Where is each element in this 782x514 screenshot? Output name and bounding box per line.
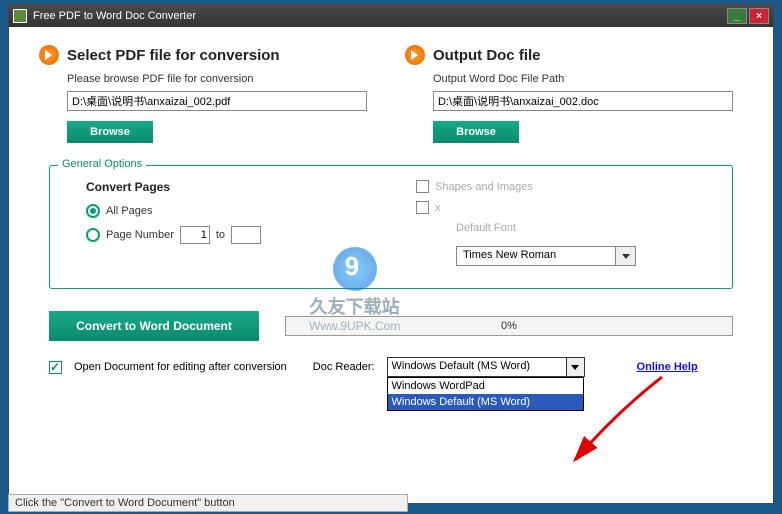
- font-dropdown-button[interactable]: [616, 246, 636, 266]
- default-font-label: Default Font: [456, 222, 714, 234]
- select-pdf-title: Select PDF file for conversion: [67, 47, 280, 64]
- page-from-input[interactable]: [180, 226, 210, 244]
- minimize-button[interactable]: _: [727, 8, 747, 24]
- dropdown-option-wordpad[interactable]: Windows WordPad: [388, 378, 583, 394]
- page-to-input[interactable]: [231, 226, 261, 244]
- page-number-radio[interactable]: [86, 228, 100, 242]
- doc-reader-label: Doc Reader:: [313, 361, 375, 373]
- open-after-checkbox[interactable]: [49, 361, 62, 374]
- arrow-right-icon: [405, 45, 425, 65]
- browse-doc-button[interactable]: Browse: [433, 121, 519, 143]
- pdf-path-input[interactable]: [67, 91, 367, 111]
- select-pdf-section: Select PDF file for conversion Please br…: [39, 45, 377, 143]
- page-number-label: Page Number: [106, 229, 174, 241]
- open-after-label: Open Document for editing after conversi…: [74, 361, 287, 373]
- general-options-legend: General Options: [58, 158, 146, 170]
- general-options-group: General Options Convert Pages All Pages …: [49, 165, 733, 289]
- convert-pages-title: Convert Pages: [86, 180, 366, 194]
- font-value: Times New Roman: [456, 246, 616, 266]
- doc-reader-dropdown-button[interactable]: [567, 357, 585, 377]
- select-pdf-subtitle: Please browse PDF file for conversion: [67, 73, 377, 85]
- output-doc-subtitle: Output Word Doc File Path: [433, 73, 743, 85]
- close-button[interactable]: ×: [749, 8, 769, 24]
- doc-reader-value: Windows Default (MS Word): [387, 357, 567, 377]
- app-icon: [13, 9, 27, 23]
- all-pages-label: All Pages: [106, 205, 152, 217]
- doc-path-input[interactable]: [433, 91, 733, 111]
- doc-reader-combo[interactable]: Windows Default (MS Word) Windows WordPa…: [387, 357, 585, 377]
- dropdown-option-msword[interactable]: Windows Default (MS Word): [388, 394, 583, 410]
- progress-bar: 0%: [285, 316, 733, 336]
- app-title: Free PDF to Word Doc Converter: [33, 10, 196, 22]
- use-font-checkbox[interactable]: [416, 201, 429, 214]
- browse-pdf-button[interactable]: Browse: [67, 121, 153, 143]
- use-font-label: x: [435, 202, 441, 214]
- to-label: to: [216, 229, 225, 241]
- all-pages-radio[interactable]: [86, 204, 100, 218]
- doc-reader-dropdown: Windows WordPad Windows Default (MS Word…: [387, 377, 584, 411]
- convert-button[interactable]: Convert to Word Document: [49, 311, 259, 341]
- arrow-right-icon: [39, 45, 59, 65]
- app-window: Free PDF to Word Doc Converter _ × Selec…: [8, 4, 774, 504]
- status-bar: Click the "Convert to Word Document" but…: [8, 494, 408, 512]
- output-doc-section: Output Doc file Output Word Doc File Pat…: [405, 45, 743, 143]
- output-doc-title: Output Doc file: [433, 47, 541, 64]
- shapes-label: Shapes and Images: [435, 181, 533, 193]
- titlebar: Free PDF to Word Doc Converter _ ×: [9, 5, 773, 27]
- online-help-link[interactable]: Online Help: [637, 361, 698, 373]
- shapes-checkbox[interactable]: [416, 180, 429, 193]
- content-area: Select PDF file for conversion Please br…: [9, 27, 773, 503]
- font-combo[interactable]: Times New Roman: [456, 246, 714, 266]
